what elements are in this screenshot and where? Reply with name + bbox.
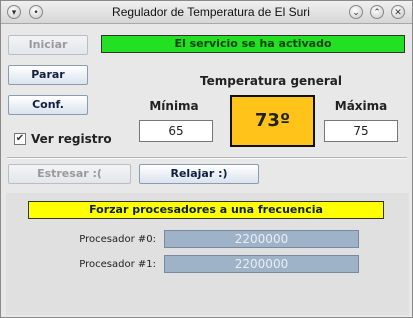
stress-button[interactable]: Estresar :( <box>8 164 131 184</box>
separator <box>7 157 407 159</box>
status-indicator: El servicio se ha activado <box>101 35 405 53</box>
current-temp-display: 73º <box>230 95 315 147</box>
minimize-icon[interactable]: ⌄ <box>349 5 363 19</box>
processor-1-frequency[interactable]: 2200000 <box>164 255 359 273</box>
min-temp-input[interactable]: 65 <box>139 120 213 142</box>
app-window: ▾ • Regulador de Temperatura de El Suri … <box>0 0 413 318</box>
maximize-icon[interactable]: ⌃ <box>370 5 384 19</box>
title-bar: ▾ • Regulador de Temperatura de El Suri … <box>1 1 412 24</box>
processor-0-frequency[interactable]: 2200000 <box>164 230 359 248</box>
window-shade-icon[interactable]: • <box>29 5 43 19</box>
max-temp-label: Máxima <box>334 99 388 113</box>
temperature-heading: Temperatura general <box>200 74 342 88</box>
max-temp-input[interactable]: 75 <box>324 120 398 142</box>
close-icon[interactable]: ✕ <box>391 5 405 19</box>
view-log-label: Ver registro <box>31 132 112 146</box>
processor-1-label: Procesador #1: <box>79 259 156 270</box>
processor-0-label: Procesador #0: <box>79 234 156 245</box>
stop-button[interactable]: Parar <box>8 65 88 85</box>
config-button[interactable]: Conf. <box>8 95 88 115</box>
min-temp-label: Mínima <box>149 99 199 113</box>
view-log-checkbox[interactable]: ✔ <box>14 133 26 145</box>
force-frequency-banner: Forzar procesadores a una frecuencia <box>28 201 384 219</box>
processor-panel: Forzar procesadores a una frecuencia Pro… <box>6 193 409 315</box>
relax-button[interactable]: Relajar :) <box>139 164 259 184</box>
window-title: Regulador de Temperatura de El Suri <box>112 5 310 19</box>
window-menu-icon[interactable]: ▾ <box>7 5 21 19</box>
start-button[interactable]: Iniciar <box>8 35 88 55</box>
